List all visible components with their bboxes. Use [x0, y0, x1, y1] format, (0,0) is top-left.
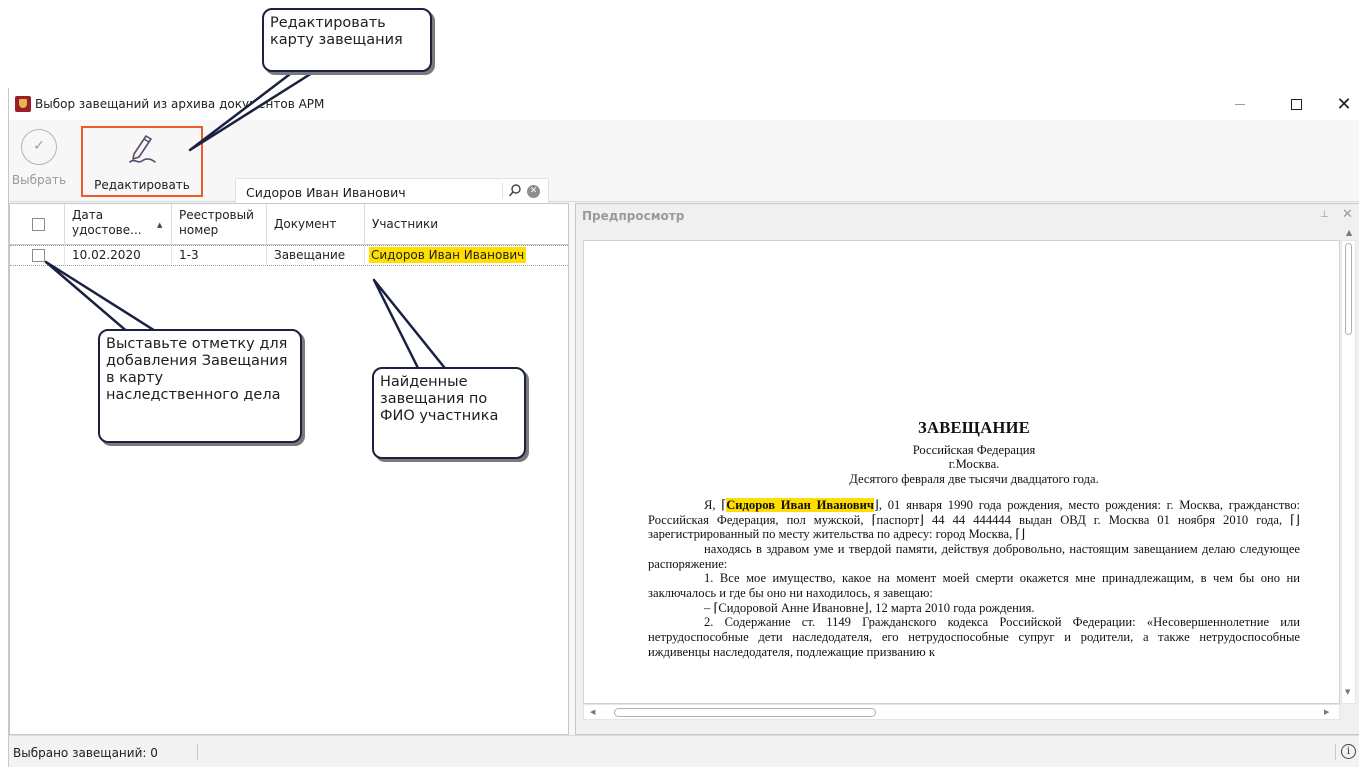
doc-paragraph-1: Я, ⌈Сидоров Иван Иванович⌋, 01 января 19…	[648, 497, 1300, 542]
checkmark-circle-icon: ✓	[21, 129, 57, 165]
row-checkbox[interactable]	[32, 249, 45, 262]
status-divider-right	[1335, 744, 1336, 760]
doc-paragraph-5: 2. Содержание ст. 1149 Гражданского коде…	[648, 615, 1300, 659]
participant-highlight: Сидоров Иван Иванович	[369, 247, 527, 263]
search-input[interactable]: Сидоров Иван Иванович	[246, 185, 406, 200]
vertical-scrollbar[interactable]: ▼	[1341, 240, 1356, 704]
doc-paragraph-3: 1. Все мое имущество, какое на момент мо…	[648, 571, 1300, 601]
table-header: Дата удостове... ▲ Реестровый номер Доку…	[10, 204, 568, 245]
preview-header: Предпросмотр ⊥ ✕	[576, 204, 1359, 229]
scroll-right-arrow-icon[interactable]: ▶	[1324, 708, 1329, 716]
column-header-participants[interactable]: Участники	[365, 204, 568, 245]
horizontal-scroll-thumb[interactable]	[614, 708, 876, 717]
preview-title: Предпросмотр	[582, 209, 685, 223]
doc-paragraph-2: находясь в здравом уме и твердой памяти,…	[648, 541, 1300, 571]
row-select-cell	[10, 246, 65, 265]
clear-circle-icon[interactable]: ✕	[527, 185, 540, 198]
callout-check-hint: Выставьте отметку для добавления Завещан…	[98, 329, 302, 443]
select-all-checkbox[interactable]	[32, 218, 45, 231]
select-button-label: Выбрать	[11, 173, 67, 187]
close-panel-icon[interactable]: ✕	[1342, 207, 1353, 222]
doc-heading: ЗАВЕЩАНИЕ	[917, 418, 1031, 437]
preview-panel: Предпросмотр ⊥ ✕ ▲ ЗАВЕЩАНИЕ Российская …	[575, 203, 1359, 735]
window-title: Выбор завещаний из архива документов АРМ	[35, 97, 325, 111]
header-select-all	[10, 204, 65, 245]
doc-paragraph-4: – ⌈Сидоровой Анне Ивановне⌋, 12 марта 20…	[704, 600, 1035, 615]
column-header-date[interactable]: Дата удостове... ▲	[65, 204, 172, 245]
doc-testator-name: Сидоров Иван Иванович	[726, 497, 874, 512]
cell-reg-number: 1-3	[172, 246, 267, 265]
wills-table: Дата удостове... ▲ Реестровый номер Доку…	[9, 203, 569, 735]
title-bar: Выбор завещаний из архива документов АРМ…	[9, 88, 1359, 120]
cell-date: 10.02.2020	[65, 246, 172, 265]
callout-edit-will: Редактировать карту завещания	[262, 8, 432, 72]
doc-city: г.Москва.	[948, 457, 1000, 472]
maximize-button[interactable]	[1273, 88, 1319, 120]
doc-p1-start: Я, ⌈	[704, 497, 727, 512]
selected-count: Выбрано завещаний: 0	[13, 746, 158, 760]
will-document: ЗАВЕЩАНИЕ Российская Федерация г.Москва.…	[648, 418, 1300, 660]
edit-button-highlight	[81, 126, 203, 197]
doc-date: Десятого февраля две тысячи двадцатого г…	[849, 472, 1099, 487]
table-row[interactable]: 10.02.2020 1-3 Завещание Сидоров Иван Ив…	[10, 245, 568, 266]
column-header-date-label: Дата удостове...	[72, 208, 142, 237]
status-bar: Выбрано завещаний: 0 i	[9, 735, 1359, 767]
scroll-down-arrow-icon[interactable]: ▼	[1345, 688, 1350, 696]
scroll-left-arrow-icon[interactable]: ◀	[590, 708, 595, 716]
minimize-button[interactable]	[1217, 88, 1263, 120]
cell-document: Завещание	[267, 246, 365, 265]
vertical-scroll-thumb[interactable]	[1345, 243, 1352, 335]
document-preview: ЗАВЕЩАНИЕ Российская Федерация г.Москва.…	[583, 240, 1340, 704]
search-divider	[502, 183, 503, 199]
select-button[interactable]: ✓ Выбрать	[11, 126, 67, 192]
maximize-icon	[1290, 98, 1302, 110]
callout-found-wills: Найденные завещания по ФИО участника	[372, 367, 526, 459]
column-header-reg-number-label: Реестровый номер	[179, 208, 254, 237]
close-icon: ✕	[1336, 93, 1352, 115]
pin-icon[interactable]: ⊥	[1320, 209, 1329, 220]
search-box[interactable]: Сидоров Иван Иванович ✕	[235, 178, 549, 204]
status-divider	[197, 744, 198, 760]
magnifier-icon[interactable]	[508, 183, 522, 199]
cell-participants: Сидоров Иван Иванович	[365, 246, 568, 265]
info-icon[interactable]: i	[1341, 744, 1356, 759]
horizontal-scrollbar[interactable]: ◀ ▶	[583, 704, 1340, 720]
close-button[interactable]: ✕	[1321, 88, 1359, 120]
toolbar: ✓ Выбрать Редактировать Сидоров Иван Ива…	[9, 120, 1359, 204]
sort-ascending-icon: ▲	[157, 221, 163, 229]
doc-country: Российская Федерация	[912, 442, 1036, 457]
minimize-icon	[1235, 103, 1245, 105]
app-logo-icon	[15, 96, 31, 112]
column-header-reg-number[interactable]: Реестровый номер	[172, 204, 267, 245]
column-header-document[interactable]: Документ	[267, 204, 365, 245]
scroll-up-arrow-icon[interactable]: ▲	[1346, 228, 1352, 237]
